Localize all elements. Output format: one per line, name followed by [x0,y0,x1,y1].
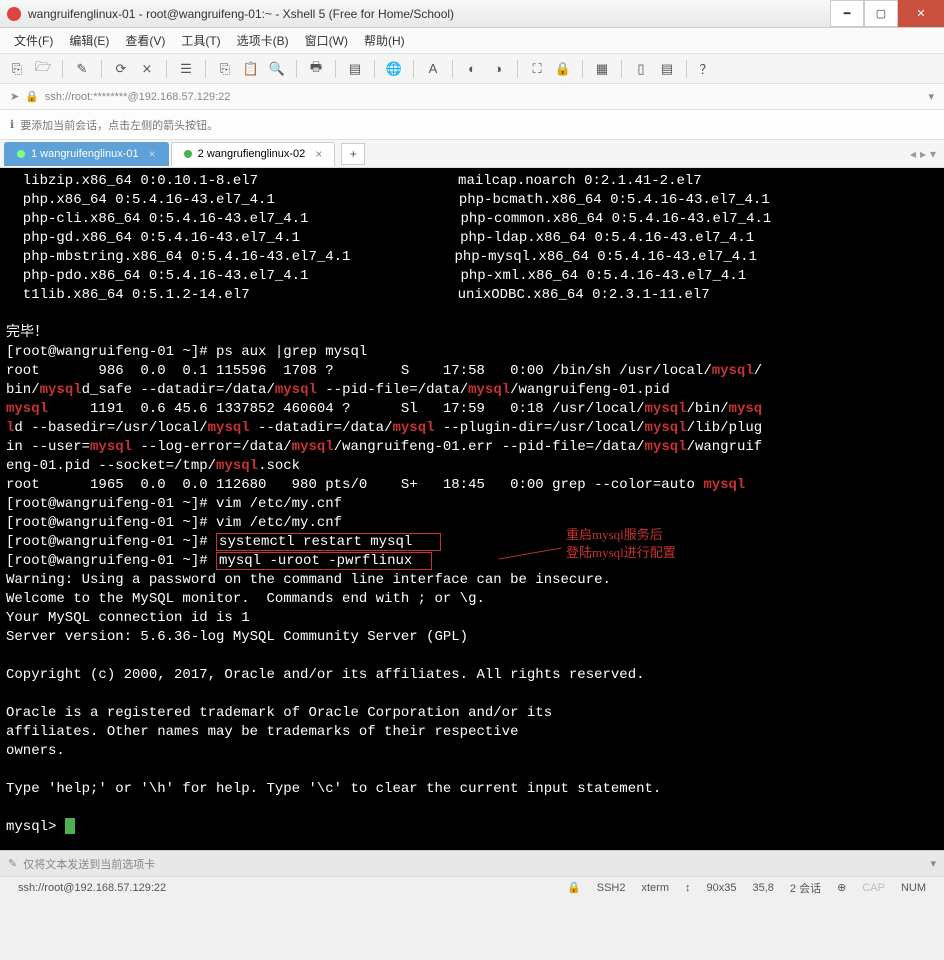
send-bar: ✎ 仅将文本发送到当前选项卡 ▾ [0,850,944,876]
font-icon[interactable]: A [424,60,442,78]
status-dot-icon [17,150,25,158]
terminal[interactable]: libzip.x86_64 0:0.10.1-8.el7mailcap.noar… [0,168,944,850]
fullscreen-icon[interactable]: ⛶ [528,60,546,78]
tab-close-icon[interactable]: × [149,147,156,161]
print-icon[interactable]: 🖶 [307,60,325,78]
cursor [65,818,75,834]
menu-file[interactable]: 文件(F) [8,29,59,52]
annotation-arrow [498,547,561,559]
hint-text: 要添加当前会话，点击左侧的箭头按钮。 [20,117,218,133]
status-num: NUM [901,882,926,894]
send-text: 仅将文本发送到当前选项卡 [23,856,155,872]
tab-session-1[interactable]: 1 wangruifenglinux-01 × [4,142,169,166]
reconnect-icon[interactable]: ⟳ [112,60,130,78]
menu-view[interactable]: 查看(V) [119,29,171,52]
address-text[interactable]: ssh://root:********@192.168.57.129:22 [45,91,230,103]
close-button[interactable]: ✕ [898,0,944,27]
status-dot-icon [184,150,192,158]
send-dropdown-icon[interactable]: ▾ [930,857,936,870]
tab-nav: ◂ ▸ ▾ [910,147,944,161]
color-icon[interactable]: ◐ [463,60,481,78]
calc-icon[interactable]: ▦ [593,60,611,78]
addr-arrow-icon[interactable]: ➤ [10,90,19,103]
find-icon[interactable]: 🔍 [268,60,286,78]
properties-icon[interactable]: ☰ [177,60,195,78]
help-icon[interactable]: ？ [697,60,715,78]
window-title: wangruifenglinux-01 - root@wangruifeng-0… [28,7,830,21]
copy-icon[interactable]: ⎘ [216,60,234,78]
globe-icon[interactable]: 🌐 [385,60,403,78]
status-add-icon[interactable]: ⊕ [837,881,846,894]
open-icon[interactable]: 🗁 [34,60,52,78]
hint-bar: ℹ 要添加当前会话，点击左侧的箭头按钮。 [0,110,944,140]
menu-bar: 文件(F) 编辑(E) 查看(V) 工具(T) 选项卡(B) 窗口(W) 帮助(… [0,28,944,54]
new-icon[interactable]: ⎘ [8,60,26,78]
address-bar: ➤ 🔒 ssh://root:********@192.168.57.129:2… [0,84,944,110]
menu-tools[interactable]: 工具(T) [175,29,226,52]
tab-close-icon[interactable]: × [315,147,322,161]
tab-next-icon[interactable]: ▸ [920,147,926,161]
tab-label: 2 wangrufienglinux-02 [198,148,306,160]
status-term: xterm [642,882,670,894]
tab-list-icon[interactable]: ▾ [930,147,936,161]
addr-dropdown-icon[interactable]: ▾ [928,90,934,103]
app-icon [6,6,22,22]
status-conn: ssh://root@192.168.57.129:22 [18,882,166,894]
tab-prev-icon[interactable]: ◂ [910,147,916,161]
maximize-button[interactable]: ▢ [864,0,898,27]
annotation-text: 重启mysql服务后登陆mysql进行配置 [566,526,676,562]
status-lock-icon: 🔒 [567,881,581,894]
disconnect-icon[interactable]: ⨯ [138,60,156,78]
status-sessions: 2 会话 [790,880,821,896]
lock-icon[interactable]: 🔒 [554,60,572,78]
status-bar: ssh://root@192.168.57.129:22 🔒 SSH2 xter… [0,876,944,898]
status-pos: 35,8 [752,882,773,894]
minimize-button[interactable]: ━ [830,0,864,27]
paste-icon[interactable]: 📋 [242,60,260,78]
status-size-icon: ↕ [685,882,691,894]
lock-small-icon: 🔒 [25,90,39,103]
layout-icon[interactable]: ▯ [632,60,650,78]
menu-edit[interactable]: 编辑(E) [63,29,115,52]
tab-label: 1 wangruifenglinux-01 [31,148,139,160]
wand-icon[interactable]: ✎ [73,60,91,78]
theme-icon[interactable]: ◑ [489,60,507,78]
status-size: 90x35 [707,882,737,894]
info-icon: ℹ [10,118,14,131]
status-ssh: SSH2 [597,882,626,894]
titlebar: wangruifenglinux-01 - root@wangruifeng-0… [0,0,944,28]
tab-bar: 1 wangruifenglinux-01 × 2 wangrufienglin… [0,140,944,168]
new-tab-button[interactable]: + [341,143,365,165]
cascade-icon[interactable]: ▤ [658,60,676,78]
menu-tab[interactable]: 选项卡(B) [231,29,295,52]
menu-window[interactable]: 窗口(W) [299,29,354,52]
send-icon[interactable]: ✎ [8,857,17,870]
toolbar: ⎘ 🗁 ✎ ⟳ ⨯ ☰ ⎘ 📋 🔍 🖶 ▤ 🌐 A ◐ ◑ ⛶ 🔒 ▦ ▯ ▤ … [0,54,944,84]
status-cap: CAP [862,882,885,894]
tab-session-2[interactable]: 2 wangrufienglinux-02 × [171,142,336,166]
log-icon[interactable]: ▤ [346,60,364,78]
menu-help[interactable]: 帮助(H) [358,29,411,52]
